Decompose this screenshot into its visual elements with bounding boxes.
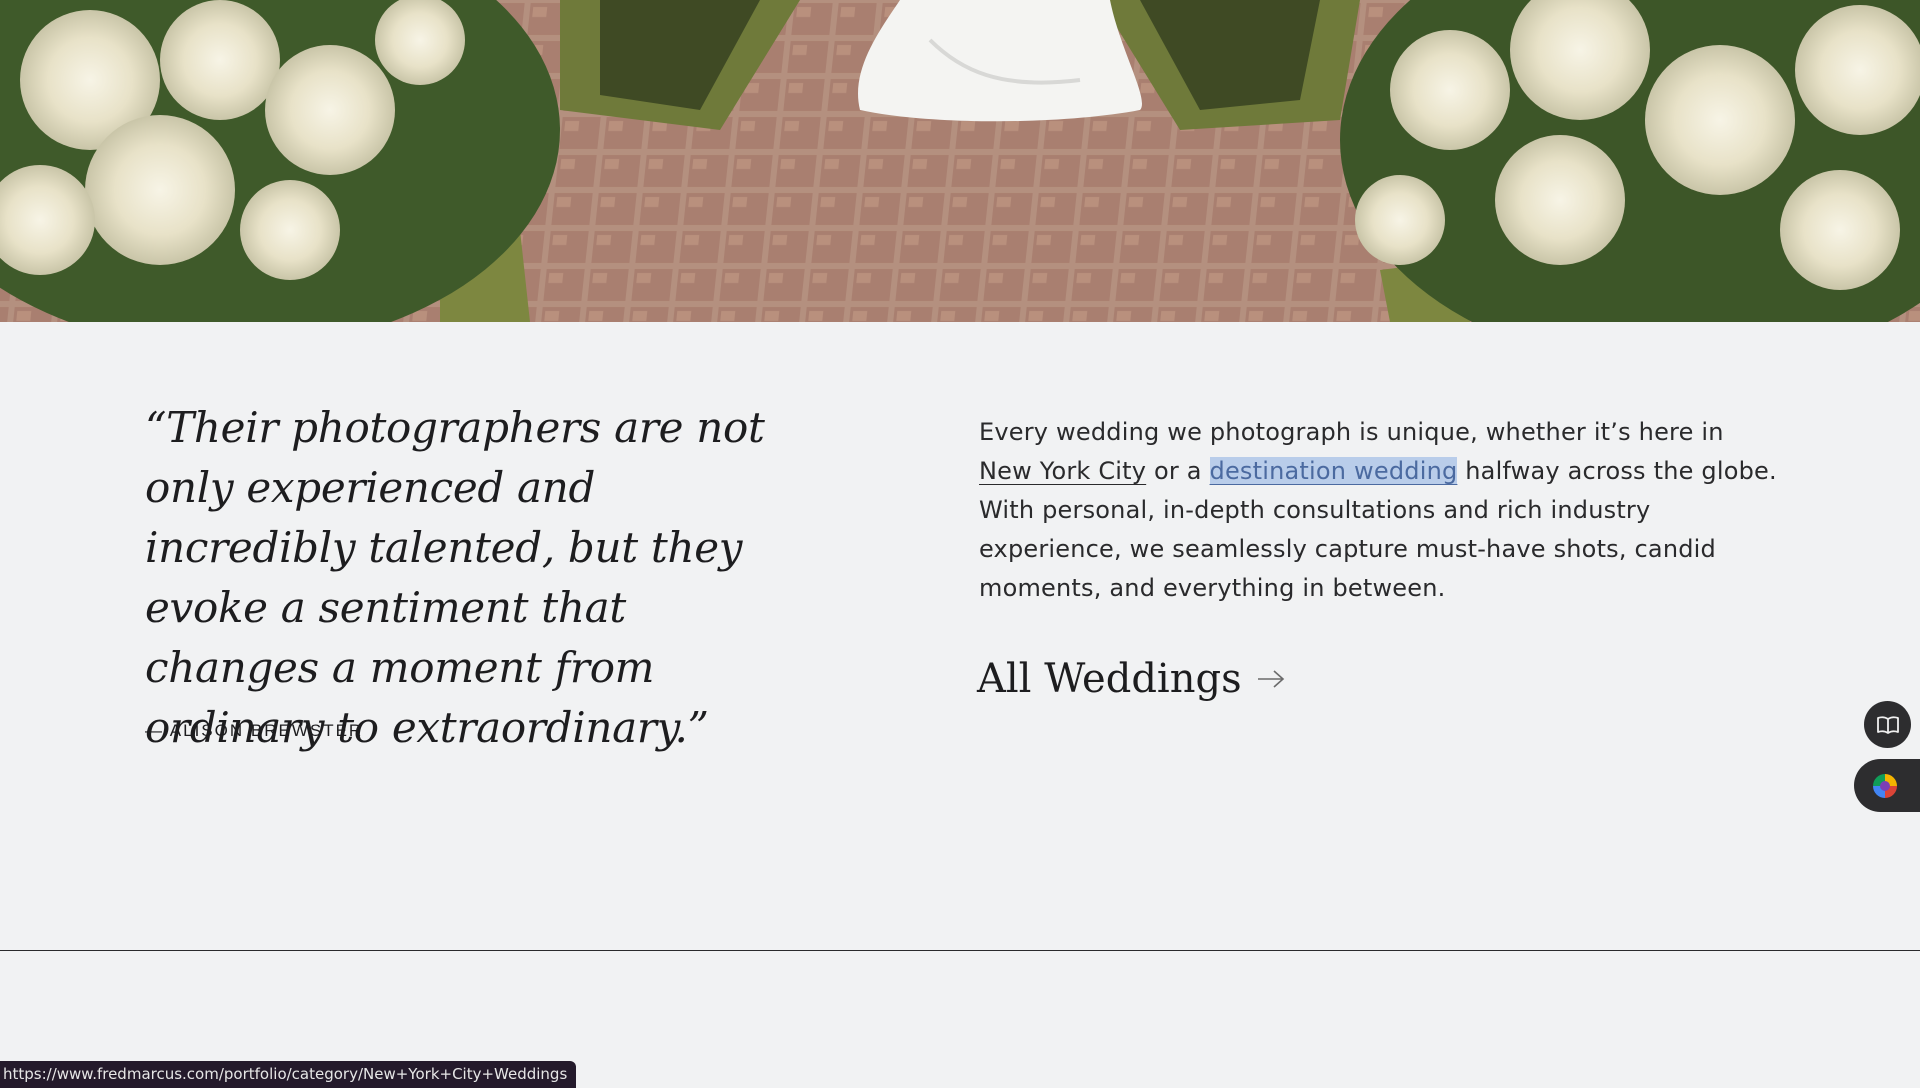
destination-wedding-link[interactable]: destination wedding	[1209, 457, 1458, 485]
reader-button[interactable]	[1864, 701, 1911, 748]
link-status-bar: https://www.fredmarcus.com/portfolio/cat…	[0, 1061, 577, 1088]
all-weddings-label: All Weddings	[977, 656, 1242, 702]
intro-text-2: or a	[1146, 457, 1210, 485]
hero-image	[0, 0, 1920, 322]
color-widget-button[interactable]	[1854, 759, 1920, 812]
arrow-right-icon	[1257, 670, 1284, 688]
hero-photo-illustration	[0, 0, 1920, 322]
book-icon	[1876, 715, 1899, 734]
testimonial-quote: “Their photographers are not only experi…	[145, 403, 765, 752]
intro-text-1: Every wedding we photograph is unique, w…	[979, 418, 1724, 446]
color-picker-icon	[1873, 773, 1897, 798]
section-divider	[0, 950, 1920, 951]
intro-paragraph: Every wedding we photograph is unique, w…	[979, 413, 1779, 608]
testimonial-attribution: — ALISON BREWSTER	[145, 721, 364, 740]
all-weddings-link[interactable]: All Weddings	[977, 656, 1286, 702]
new-york-city-link[interactable]: New York City	[979, 457, 1146, 485]
